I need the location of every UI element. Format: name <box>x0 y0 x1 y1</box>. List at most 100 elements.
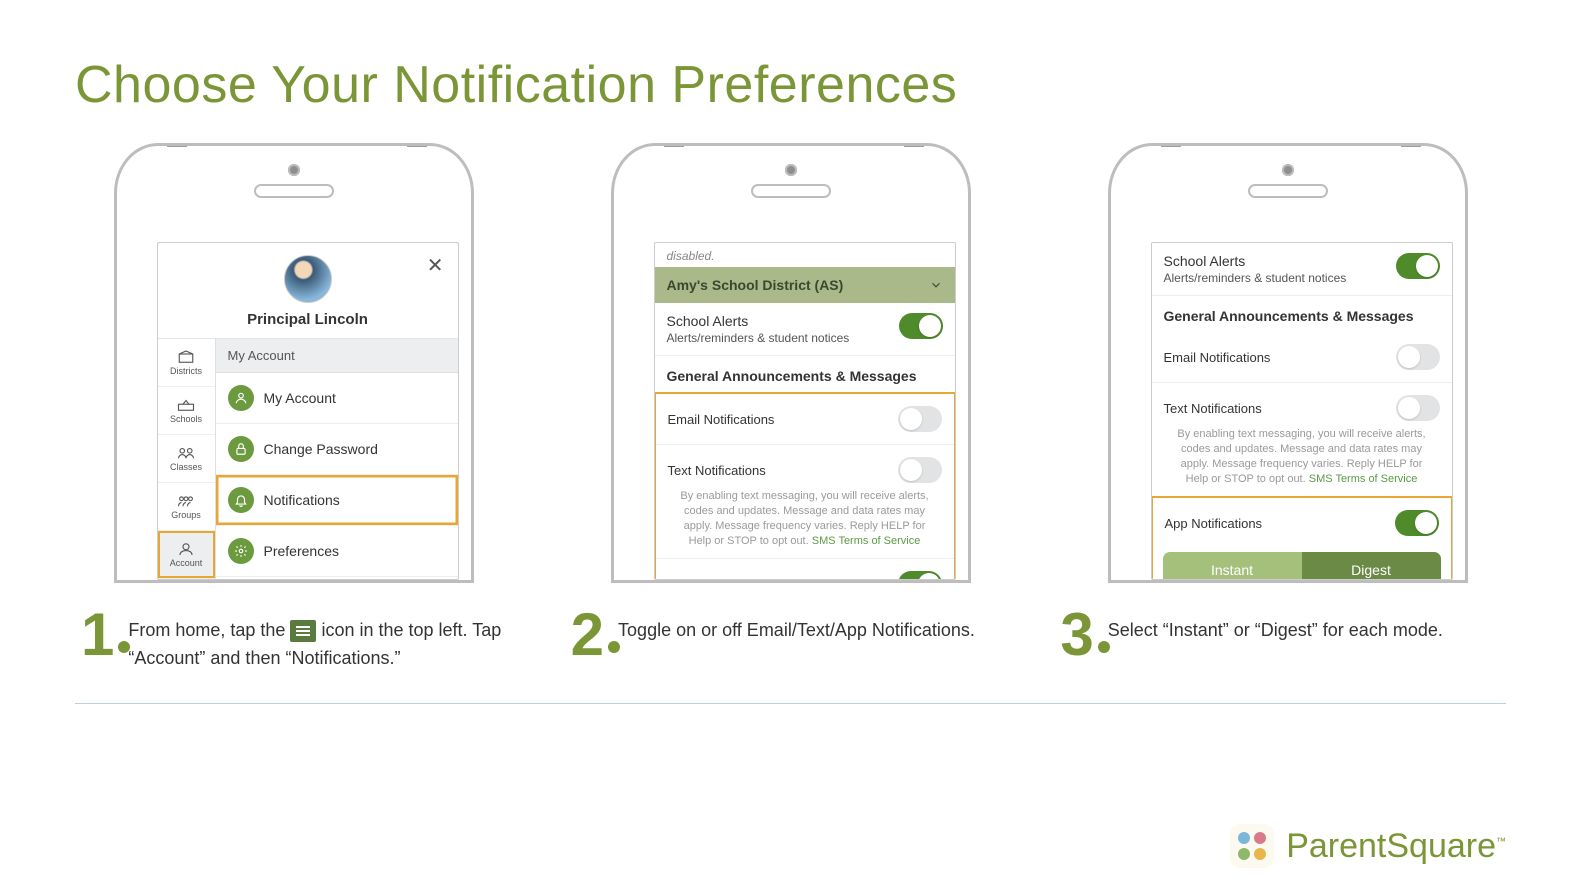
email-toggle[interactable] <box>1396 344 1440 370</box>
app-toggle[interactable] <box>1395 510 1439 536</box>
row-notifications[interactable]: Notifications <box>216 475 458 526</box>
chevron-down-icon <box>929 278 943 292</box>
sidebar-label: Districts <box>170 366 202 376</box>
sms-help-text: By enabling text messaging, you will rec… <box>656 487 954 558</box>
brand-name: ParentSquare™ <box>1286 827 1506 866</box>
sidebar-label: Groups <box>171 510 201 520</box>
camera-icon <box>1282 164 1294 176</box>
school-alerts-toggle[interactable] <box>899 313 943 339</box>
row-label: Email Notifications <box>668 412 775 427</box>
sms-tos-link[interactable]: SMS Terms of Service <box>812 535 921 547</box>
groups-icon <box>177 494 195 508</box>
gear-icon <box>228 538 254 564</box>
camera-icon <box>288 164 300 176</box>
digest-button[interactable]: Digest <box>1302 552 1441 580</box>
menu-icon <box>290 620 316 642</box>
phone-2: disabled. Amy's School District (AS) Sch… <box>611 143 971 583</box>
section-header: My Account <box>216 339 458 373</box>
earpiece-icon <box>751 184 831 198</box>
divider <box>75 703 1506 704</box>
step-1-text: From home, tap the icon in the top left.… <box>128 611 520 673</box>
row-label: Text Notifications <box>668 463 766 478</box>
user-name: Principal Lincoln <box>166 311 450 328</box>
earpiece-icon <box>1248 184 1328 198</box>
sms-tos-link[interactable]: SMS Terms of Service <box>1309 473 1418 485</box>
row-label: App Notifications <box>1165 516 1263 531</box>
sidebar-item-schools[interactable]: Schools <box>158 387 215 435</box>
sidebar-item-account[interactable]: Account <box>158 531 215 579</box>
notification-block: Email Notifications Text Notifications B… <box>654 392 956 580</box>
app-notif-block: App Notifications Instant Digest <box>1151 496 1453 580</box>
sidebar-item-groups[interactable]: Groups <box>158 483 215 531</box>
camera-icon <box>785 164 797 176</box>
sms-help-text: By enabling text messaging, you will rec… <box>1152 425 1452 496</box>
instant-button[interactable]: Instant <box>1163 552 1302 580</box>
row-change-password[interactable]: Change Password <box>216 424 458 475</box>
alert-title: School Alerts <box>667 313 850 329</box>
earpiece-icon <box>254 184 334 198</box>
step-2-text: Toggle on or off Email/Text/App Notifica… <box>618 611 975 645</box>
school-alerts-toggle[interactable] <box>1396 253 1440 279</box>
row-label: Change Password <box>264 441 378 457</box>
step-1: 1 From home, tap the icon in the top lef… <box>81 611 521 673</box>
classes-icon <box>177 446 195 460</box>
alert-title: School Alerts <box>1164 253 1347 269</box>
row-label: Preferences <box>264 543 339 559</box>
step-3: 3 Select “Instant” or “Digest” for each … <box>1060 611 1500 673</box>
row-label: App Notifications <box>668 577 766 580</box>
phone-3: School Alerts Alerts/reminders & student… <box>1108 143 1468 583</box>
text-toggle[interactable] <box>898 457 942 483</box>
step-number: 3 <box>1060 611 1093 659</box>
text-notifications-row: Text Notifications <box>1152 383 1452 425</box>
lock-icon <box>228 436 254 462</box>
step-number: 2 <box>571 611 604 659</box>
text-toggle[interactable] <box>1396 395 1440 421</box>
building-icon <box>177 350 195 364</box>
step-number: 1 <box>81 611 114 659</box>
app-toggle[interactable] <box>898 571 942 580</box>
user-icon <box>177 542 195 556</box>
user-icon <box>228 385 254 411</box>
email-toggle[interactable] <box>898 406 942 432</box>
district-label: Amy's School District (AS) <box>667 277 844 293</box>
row-active-sessions[interactable]: Active Sessions <box>216 577 458 580</box>
row-label: Text Notifications <box>1164 401 1262 416</box>
row-my-account[interactable]: My Account <box>216 373 458 424</box>
sidebar: Districts Schools Classes <box>158 339 216 580</box>
sidebar-label: Account <box>170 558 203 568</box>
brand-logo-icon <box>1230 824 1274 868</box>
close-icon[interactable]: ✕ <box>427 253 444 278</box>
app-notifications-row: App Notifications <box>1153 498 1451 548</box>
brand: ParentSquare™ <box>1230 824 1506 868</box>
alert-subtitle: Alerts/reminders & student notices <box>1164 271 1347 285</box>
sidebar-item-districts[interactable]: Districts <box>158 339 215 387</box>
general-header: General Announcements & Messages <box>655 356 955 392</box>
app-notifications-row: App Notifications <box>656 558 954 580</box>
email-notifications-row: Email Notifications <box>1152 332 1452 383</box>
sidebar-item-classes[interactable]: Classes <box>158 435 215 483</box>
avatar <box>284 255 332 303</box>
general-header: General Announcements & Messages <box>1152 296 1452 332</box>
slide-title: Choose Your Notification Preferences <box>75 55 1506 115</box>
sidebar-label: Classes <box>170 462 202 472</box>
school-icon <box>177 398 195 412</box>
steps-row: 1 From home, tap the icon in the top lef… <box>75 611 1506 673</box>
phone-1: ✕ Principal Lincoln Districts Schools <box>114 143 474 583</box>
row-preferences[interactable]: Preferences <box>216 526 458 577</box>
email-notifications-row: Email Notifications <box>656 394 954 445</box>
row-label: My Account <box>264 390 336 406</box>
district-dropdown[interactable]: Amy's School District (AS) <box>655 267 955 303</box>
phone-row: ✕ Principal Lincoln Districts Schools <box>75 143 1506 583</box>
bell-icon <box>228 487 254 513</box>
frequency-segment: Instant Digest <box>1163 552 1441 580</box>
row-label: Notifications <box>264 492 340 508</box>
step-2: 2 Toggle on or off Email/Text/App Notifi… <box>571 611 1011 673</box>
disabled-text: disabled. <box>655 243 955 267</box>
sidebar-label: Schools <box>170 414 202 424</box>
alert-subtitle: Alerts/reminders & student notices <box>667 331 850 345</box>
text-notifications-row: Text Notifications <box>656 445 954 487</box>
row-label: Email Notifications <box>1164 350 1271 365</box>
school-alerts-row: School Alerts Alerts/reminders & student… <box>655 303 955 356</box>
school-alerts-row: School Alerts Alerts/reminders & student… <box>1152 243 1452 296</box>
step-3-text: Select “Instant” or “Digest” for each mo… <box>1108 611 1443 645</box>
